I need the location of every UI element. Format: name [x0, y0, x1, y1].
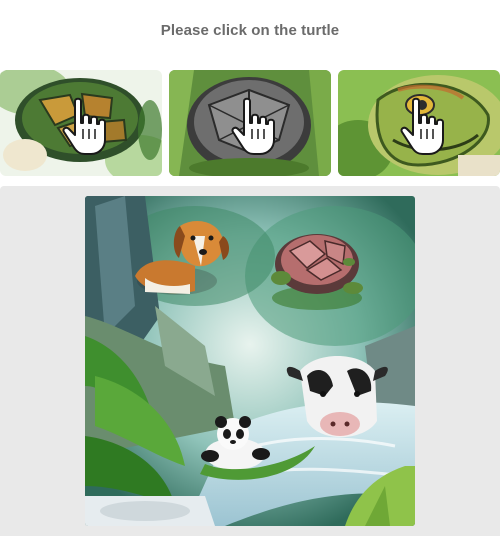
- hand-pointer-icon: [231, 97, 275, 155]
- jungle-scene: [85, 196, 415, 526]
- hand-pointer-icon: [400, 97, 444, 155]
- turtle-figure[interactable]: [271, 234, 363, 310]
- example-tile-1: [0, 70, 162, 176]
- example-tile-2: [169, 70, 331, 176]
- puzzle-image[interactable]: [85, 196, 415, 526]
- hand-pointer-icon: [62, 97, 106, 155]
- instruction-text: Please click on the turtle: [160, 22, 340, 39]
- example-strip: [0, 70, 500, 176]
- example-tile-3: [338, 70, 500, 176]
- puzzle-panel: [0, 186, 500, 536]
- captcha-widget: Please click on the turtle: [0, 0, 500, 536]
